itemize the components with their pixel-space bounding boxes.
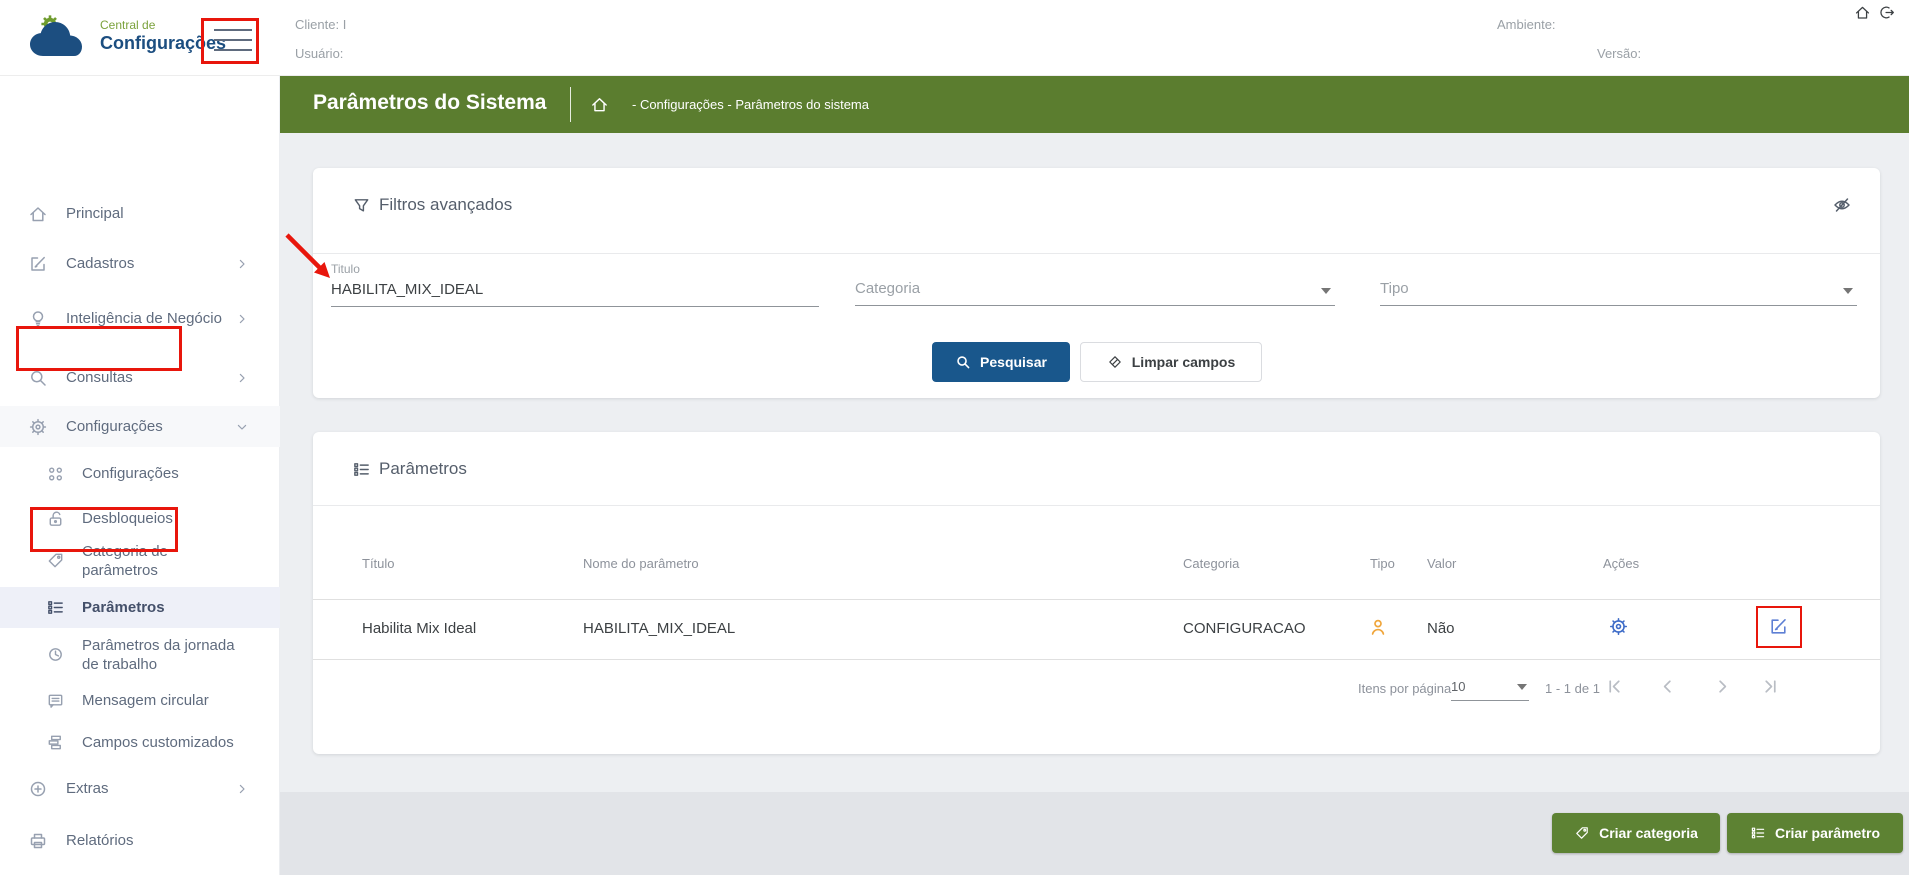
sidebar-item-inteligencia-de-negocio[interactable]: Inteligência de Negócio xyxy=(0,294,280,344)
tag-icon xyxy=(1574,825,1590,841)
menu-toggle-icon[interactable] xyxy=(214,29,252,51)
items-per-page-select[interactable]: 10 xyxy=(1451,679,1529,701)
search-icon xyxy=(28,368,48,388)
list-icon xyxy=(1750,825,1766,841)
home-icon[interactable] xyxy=(1854,4,1871,21)
tag-icon xyxy=(46,551,66,571)
next-page-icon[interactable] xyxy=(1713,677,1732,696)
sidebar-item-consultas[interactable]: Consultas xyxy=(0,358,280,398)
filters-title: Filtros avançados xyxy=(379,195,513,214)
tipo-select[interactable]: Tipo xyxy=(1380,280,1857,306)
sidebar-item-extras[interactable]: Extras xyxy=(0,769,280,809)
chevron-down-icon xyxy=(234,419,250,435)
topbar: Central de Configurações Cliente: I Usuá… xyxy=(0,0,1909,76)
sidebar-item-configuracoes[interactable]: Configurações xyxy=(0,406,280,447)
plus-circle-icon xyxy=(28,779,48,799)
criar-categoria-button[interactable]: Criar categoria xyxy=(1552,813,1720,853)
printer-icon xyxy=(28,831,48,851)
column-header-nome: Nome do parâmetro xyxy=(583,556,699,571)
titulo-input[interactable] xyxy=(331,281,819,307)
column-header-tipo: Tipo xyxy=(1370,556,1395,571)
cloud-gear-logo-icon xyxy=(26,12,92,60)
client-label: Cliente: I xyxy=(295,17,347,32)
table-divider xyxy=(313,599,1880,600)
sidebar-item-relatorios[interactable]: Relatórios xyxy=(0,821,280,861)
chevron-down-icon xyxy=(1517,684,1527,690)
logo-line1: Central de xyxy=(100,17,156,32)
sidebar-subitem-campos-customizados[interactable]: Campos customizados xyxy=(0,723,280,763)
items-per-page-label: Itens por página xyxy=(1358,681,1452,696)
column-header-categoria: Categoria xyxy=(1183,556,1240,571)
parameters-card: Parâmetros Título Nome do parâmetro Cate… xyxy=(313,432,1880,754)
logout-icon[interactable] xyxy=(1878,4,1895,21)
unlock-icon xyxy=(46,509,66,529)
chevron-right-icon xyxy=(234,781,250,797)
person-icon xyxy=(1368,617,1388,637)
page-header: Parâmetros do Sistema - Configurações - … xyxy=(280,76,1909,133)
column-header-acoes: Ações xyxy=(1603,556,1640,571)
cell-valor: Não xyxy=(1427,620,1455,637)
clock-icon xyxy=(46,645,66,665)
sidebar-subitem-parametros-da-jornada[interactable]: Parâmetros da jornada de trabalho xyxy=(0,630,280,680)
sidebar-subitem-mensagem-circular[interactable]: Mensagem circular xyxy=(0,681,280,721)
chevron-right-icon xyxy=(234,370,250,386)
chevron-down-icon xyxy=(1321,288,1331,294)
page-title: Parâmetros do Sistema xyxy=(313,91,547,114)
sidebar: Principal Cadastros Inteligência de Negó… xyxy=(0,76,280,875)
layers-icon xyxy=(46,733,66,753)
column-header-valor: Valor xyxy=(1427,556,1457,571)
sidebar-subitem-parametros[interactable]: Parâmetros xyxy=(0,587,280,628)
titulo-field-label: Titulo xyxy=(331,262,360,276)
sidebar-item-cadastros[interactable]: Cadastros xyxy=(0,244,280,284)
message-icon xyxy=(46,691,66,711)
filters-header-divider xyxy=(313,253,1880,254)
breadcrumb: - Configurações - Parâmetros do sistema xyxy=(632,97,869,112)
header-divider xyxy=(570,87,571,122)
environment-label: Ambiente: xyxy=(1497,17,1556,32)
params-header-divider xyxy=(313,505,1880,506)
cell-categoria: CONFIGURACAO xyxy=(1183,620,1306,637)
row-edit-icon[interactable] xyxy=(1768,616,1789,637)
eraser-icon xyxy=(1107,354,1123,370)
eye-off-icon[interactable] xyxy=(1832,195,1852,215)
cell-titulo: Habilita Mix Ideal xyxy=(362,620,477,637)
list-icon xyxy=(46,598,66,618)
parameters-title: Parâmetros xyxy=(379,459,467,478)
edit-square-icon xyxy=(28,254,48,274)
last-page-icon[interactable] xyxy=(1761,677,1780,696)
gear-icon xyxy=(28,417,48,437)
breadcrumb-home-icon[interactable] xyxy=(590,95,609,114)
version-label: Versão: xyxy=(1597,46,1642,61)
sidebar-subitem-desbloqueios[interactable]: Desbloqueios xyxy=(0,499,280,539)
first-page-icon[interactable] xyxy=(1605,677,1624,696)
sidebar-subitem-categoria-de-parametros[interactable]: Categoria de parâmetros xyxy=(0,536,280,586)
table-divider xyxy=(313,659,1880,660)
search-icon xyxy=(955,354,971,370)
criar-parametro-button[interactable]: Criar parâmetro xyxy=(1727,813,1903,853)
limpar-campos-button[interactable]: Limpar campos xyxy=(1080,342,1262,382)
logo-line2: Configurações xyxy=(100,32,227,53)
cell-nome: HABILITA_MIX_IDEAL xyxy=(583,620,736,637)
filter-funnel-icon xyxy=(352,196,371,215)
categoria-select[interactable]: Categoria xyxy=(855,280,1335,306)
home-icon xyxy=(28,204,48,224)
list-icon xyxy=(352,460,371,479)
pagination-range: 1 - 1 de 1 xyxy=(1545,681,1600,696)
sidebar-item-principal[interactable]: Principal xyxy=(0,194,280,234)
nodes-icon xyxy=(46,464,66,484)
app-logo[interactable]: Central de Configurações xyxy=(26,12,226,60)
user-label: Usuário: xyxy=(295,46,344,61)
chevron-down-icon xyxy=(1843,288,1853,294)
pesquisar-button[interactable]: Pesquisar xyxy=(932,342,1070,382)
column-header-titulo: Título xyxy=(362,556,395,571)
filters-card: Filtros avançados Titulo Categoria Tipo … xyxy=(313,168,1880,398)
row-settings-icon[interactable] xyxy=(1608,616,1629,637)
lightbulb-icon xyxy=(28,309,48,329)
previous-page-icon[interactable] xyxy=(1658,677,1677,696)
chevron-right-icon xyxy=(234,256,250,272)
chevron-right-icon xyxy=(234,311,250,327)
sidebar-subitem-configuracoes[interactable]: Configurações xyxy=(0,454,280,494)
